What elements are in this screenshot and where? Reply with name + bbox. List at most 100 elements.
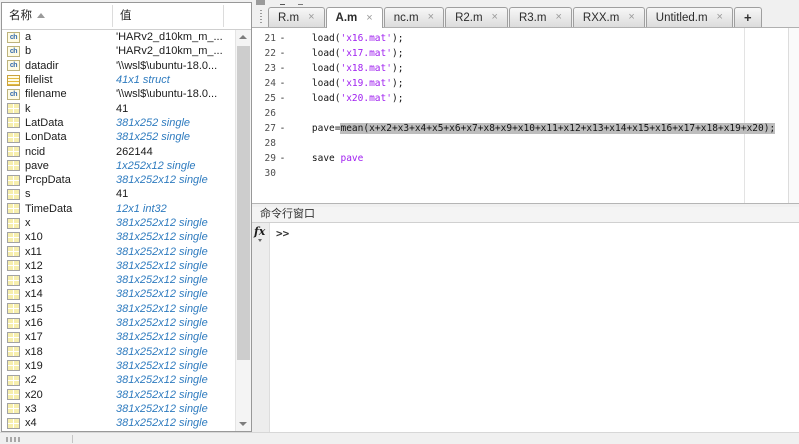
code-line-30[interactable]: 30	[258, 166, 787, 181]
line-number[interactable]: 29	[258, 151, 276, 166]
code-text: load('x16.mat');	[289, 31, 403, 46]
new-tab-button[interactable]: +	[734, 7, 762, 27]
editor-tab-R2-m[interactable]: R2.m×	[445, 7, 508, 27]
tab-close-icon[interactable]: ×	[717, 12, 723, 23]
matrix-variable-icon	[7, 189, 20, 200]
workspace-scrollbar[interactable]	[235, 30, 251, 431]
matrix-variable-icon	[7, 218, 20, 229]
workspace-row-x15[interactable]: x15381x252x12 single	[2, 302, 236, 316]
workspace-row-PrcpData[interactable]: PrcpData381x252x12 single	[2, 173, 236, 187]
line-number[interactable]: 28	[258, 136, 276, 151]
line-number[interactable]: 27	[258, 121, 276, 136]
code-segment-string: 'x20.mat'	[340, 93, 391, 104]
variable-name: x3	[25, 403, 116, 415]
code-line-21[interactable]: 21- load('x16.mat');	[258, 31, 787, 46]
code-line-29[interactable]: 29- save pave	[258, 151, 787, 166]
scroll-up-icon[interactable]	[236, 30, 251, 44]
workspace-row-k[interactable]: k41	[2, 101, 236, 115]
line-number[interactable]: 30	[258, 166, 276, 181]
command-prompt[interactable]: >>	[276, 227, 289, 240]
column-header-value[interactable]: 值	[120, 3, 132, 29]
editor-tab-nc-m[interactable]: nc.m ×	[384, 7, 444, 27]
workspace-row-x5[interactable]: x5381x252x12 single	[2, 430, 236, 431]
workspace-row-x4[interactable]: x4381x252x12 single	[2, 416, 236, 430]
workspace-row-x10[interactable]: x10381x252x12 single	[2, 230, 236, 244]
workspace-row-x3[interactable]: x3381x252x12 single	[2, 402, 236, 416]
statusbar-grip-icon	[6, 437, 8, 442]
workspace-row-x20[interactable]: x20381x252x12 single	[2, 387, 236, 401]
variable-value: 41	[116, 188, 128, 200]
editor-tab-R-m[interactable]: R.m ×	[268, 7, 325, 27]
workspace-row-s[interactable]: s41	[2, 187, 236, 201]
line-number[interactable]: 23	[258, 61, 276, 76]
tab-close-icon[interactable]: ×	[366, 13, 372, 24]
line-number[interactable]: 22	[258, 46, 276, 61]
char-variable-icon: ch	[7, 32, 20, 43]
fx-function-hints-icon[interactable]: fx	[254, 225, 265, 238]
matrix-variable-icon	[7, 146, 20, 157]
code-line-27[interactable]: 27- pave=mean(x+x2+x3+x4+x5+x6+x7+x8+x9+…	[258, 121, 787, 136]
line-number[interactable]: 25	[258, 91, 276, 106]
variable-name: filelist	[25, 74, 116, 86]
tab-close-icon[interactable]: ×	[628, 12, 634, 23]
scrollbar-thumb[interactable]	[237, 46, 250, 360]
workspace-row-x2[interactable]: x2381x252x12 single	[2, 373, 236, 387]
workspace-row-x17[interactable]: x17381x252x12 single	[2, 330, 236, 344]
editor-scrollbar[interactable]	[788, 28, 799, 203]
code-segment-plain: load(	[289, 48, 340, 59]
workspace-row-x16[interactable]: x16381x252x12 single	[2, 316, 236, 330]
code-line-23[interactable]: 23- load('x18.mat');	[258, 61, 787, 76]
command-window-header[interactable]: 命令行窗口	[252, 207, 799, 223]
column-divider[interactable]	[223, 5, 224, 27]
workspace-row-x19[interactable]: x19381x252x12 single	[2, 359, 236, 373]
scroll-down-icon[interactable]	[236, 417, 251, 431]
variable-name: a	[25, 31, 116, 43]
tab-close-icon[interactable]: ×	[492, 12, 498, 23]
workspace-row-filename[interactable]: chfilename'\\wsl$\ubuntu-18.0...	[2, 87, 236, 101]
code-line-28[interactable]: 28	[258, 136, 787, 151]
tab-close-icon[interactable]: ×	[555, 12, 561, 23]
line-number[interactable]: 26	[258, 106, 276, 121]
tab-label: R.m	[278, 12, 299, 24]
tabbar-grip-icon[interactable]	[259, 10, 262, 23]
workspace-row-x14[interactable]: x14381x252x12 single	[2, 287, 236, 301]
code-line-25[interactable]: 25- load('x20.mat');	[258, 91, 787, 106]
executable-line-marker: -	[276, 91, 289, 106]
tab-close-icon[interactable]: ×	[428, 12, 434, 23]
workspace-row-x11[interactable]: x11381x252x12 single	[2, 244, 236, 258]
workspace-row-ncid[interactable]: ncid262144	[2, 144, 236, 158]
workspace-row-TimeData[interactable]: TimeData12x1 int32	[2, 202, 236, 216]
command-window[interactable]: fx >>	[252, 223, 799, 432]
workspace-row-pave[interactable]: pave1x252x12 single	[2, 159, 236, 173]
workspace-row-LatData[interactable]: LatData381x252 single	[2, 116, 236, 130]
variable-value: 381x252x12 single	[116, 417, 208, 429]
variable-value: 381x252x12 single	[116, 331, 208, 343]
matrix-variable-icon	[7, 175, 20, 186]
code-segment-plain: );	[392, 78, 403, 89]
workspace-row-filelist[interactable]: filelist41x1 struct	[2, 73, 236, 87]
line-number[interactable]: 24	[258, 76, 276, 91]
workspace-row-b[interactable]: chb'HARv2_d10km_m_...	[2, 44, 236, 58]
editor-tab-A-m[interactable]: A.m×	[326, 7, 383, 28]
workspace-row-x12[interactable]: x12381x252x12 single	[2, 259, 236, 273]
editor-tab-RXX-m[interactable]: RXX.m×	[573, 7, 645, 27]
tab-label: nc.m	[394, 12, 419, 24]
column-divider[interactable]	[112, 5, 113, 27]
line-number[interactable]: 21	[258, 31, 276, 46]
workspace-row-datadir[interactable]: chdatadir'\\wsl$\ubuntu-18.0...	[2, 59, 236, 73]
column-header-name[interactable]: 名称	[9, 3, 45, 29]
workspace-row-LonData[interactable]: LonData381x252 single	[2, 130, 236, 144]
editor-code-area[interactable]: 21- load('x16.mat');22- load('x17.mat');…	[252, 28, 799, 204]
workspace-row-x18[interactable]: x18381x252x12 single	[2, 345, 236, 359]
workspace-row-x[interactable]: x381x252x12 single	[2, 216, 236, 230]
matrix-variable-icon	[7, 232, 20, 243]
editor-tab-Untitled-m[interactable]: Untitled.m×	[646, 7, 733, 27]
code-line-22[interactable]: 22- load('x17.mat');	[258, 46, 787, 61]
workspace-row-x13[interactable]: x13381x252x12 single	[2, 273, 236, 287]
struct-variable-icon	[7, 75, 20, 86]
code-line-24[interactable]: 24- load('x19.mat');	[258, 76, 787, 91]
tab-close-icon[interactable]: ×	[308, 12, 314, 23]
editor-tab-R3-m[interactable]: R3.m×	[509, 7, 572, 27]
workspace-row-a[interactable]: cha'HARv2_d10km_m_...	[2, 30, 236, 44]
code-line-26[interactable]: 26	[258, 106, 787, 121]
